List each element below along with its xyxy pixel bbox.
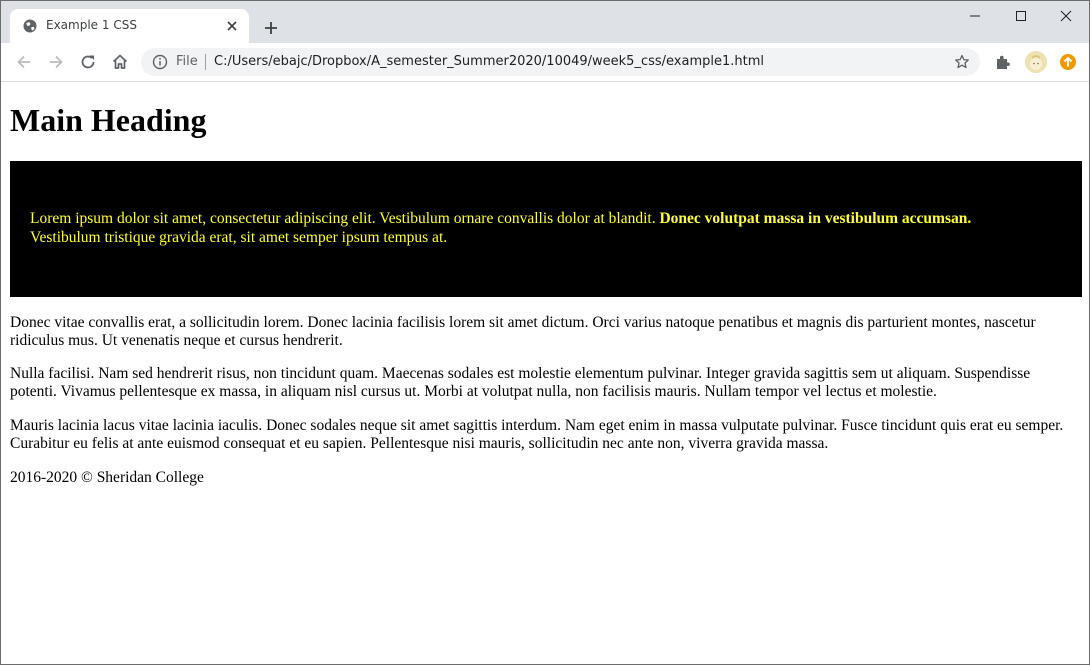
- plus-icon[interactable]: [259, 16, 283, 40]
- address-bar[interactable]: File C:/Users/ebajc/Dropbox/A_semester_S…: [141, 48, 980, 76]
- info-icon[interactable]: [152, 54, 168, 70]
- globe-icon: [23, 19, 37, 33]
- close-icon: [1060, 10, 1072, 22]
- avatar[interactable]: [1025, 51, 1047, 73]
- minimize-button[interactable]: [952, 1, 998, 31]
- paragraph: Mauris lacinia lacus vitae lacinia iacul…: [10, 417, 1064, 452]
- highlight-text-regular: Lorem ipsum dolor sit amet, consectetur …: [30, 210, 656, 227]
- browser-toolbar: File C:/Users/ebajc/Dropbox/A_semester_S…: [1, 43, 1089, 82]
- url-separator: [205, 54, 206, 70]
- footer-copyright: 2016-2020 © Sheridan College: [10, 469, 204, 486]
- page-content: Main Heading Lorem ipsum dolor sit amet,…: [1, 82, 1089, 664]
- browser-window: Example 1 CSS File C:/Users/ebajc/Dropbo…: [0, 0, 1090, 665]
- puzzle-icon[interactable]: [993, 52, 1013, 72]
- url-text[interactable]: C:/Users/ebajc/Dropbox/A_semester_Summer…: [214, 54, 764, 69]
- paragraph: Donec vitae convallis erat, a sollicitud…: [10, 314, 1036, 349]
- maximize-button[interactable]: [998, 1, 1044, 31]
- tab-close-icon[interactable]: [224, 18, 240, 34]
- paragraph: Nulla facilisi. Nam sed hendrerit risus,…: [10, 365, 1031, 400]
- arrow-right-icon[interactable]: [46, 52, 66, 72]
- main-heading: Main Heading: [10, 102, 207, 138]
- highlight-text: Lorem ipsum dolor sit amet, consectetur …: [30, 209, 1062, 247]
- home-icon[interactable]: [110, 52, 130, 72]
- url-scheme-label: File: [176, 54, 198, 69]
- tab-strip: Example 1 CSS: [1, 1, 1089, 43]
- highlight-box: Lorem ipsum dolor sit amet, consectetur …: [10, 161, 1082, 297]
- update-icon[interactable]: [1059, 53, 1077, 71]
- arrow-left-icon[interactable]: [14, 52, 34, 72]
- close-window-button[interactable]: [1043, 1, 1089, 31]
- minimize-icon: [970, 15, 980, 17]
- profile-icon: [1025, 51, 1047, 73]
- tab-title: Example 1 CSS: [46, 18, 137, 32]
- star-icon[interactable]: [954, 54, 970, 70]
- highlight-text-tail: Vestibulum tristique gravida erat, sit a…: [30, 229, 448, 246]
- highlight-text-bold: Donec volutpat massa in vestibulum accum…: [659, 210, 972, 227]
- browser-tab[interactable]: Example 1 CSS: [10, 9, 249, 43]
- reload-icon[interactable]: [78, 52, 98, 72]
- maximize-icon: [1016, 11, 1026, 21]
